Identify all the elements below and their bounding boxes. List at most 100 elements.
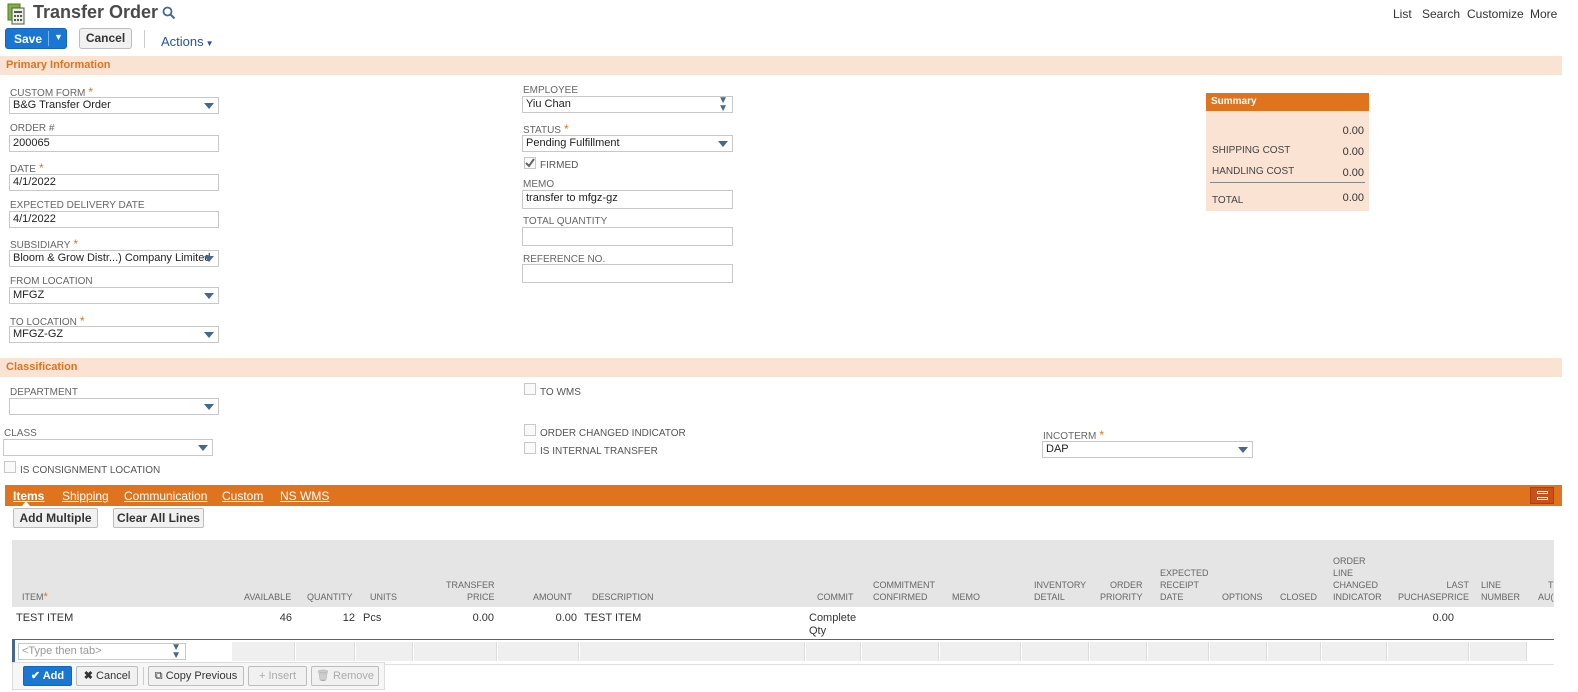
employee-label: EMPLOYEE	[523, 85, 579, 96]
col-available[interactable]: AVAILABLE	[244, 591, 291, 603]
col-commitment-confirmed[interactable]: COMMITMENT CONFIRMED	[873, 579, 935, 603]
tab-ns-wms[interactable]: NS WMS	[280, 489, 329, 503]
date-input[interactable]: 4/1/2022	[9, 174, 219, 191]
edit-cell-memo[interactable]	[940, 642, 1021, 661]
remove-line-button[interactable]: 🗑 Remove	[311, 666, 379, 686]
edit-cell-order-line-changed[interactable]	[1322, 642, 1387, 661]
col-closed[interactable]: CLOSED	[1280, 591, 1317, 603]
is-internal-checkbox[interactable]	[524, 442, 536, 454]
items-grid-header: ITEM* AVAILABLE QUANTITY UNITS TRANSFER P…	[12, 540, 1554, 607]
actions-caret-icon: ▼	[205, 39, 214, 48]
edit-cell-commit[interactable]	[806, 642, 861, 661]
firmed-checkbox[interactable]	[524, 157, 536, 169]
reference-no-input[interactable]	[522, 264, 733, 283]
add-multiple-button[interactable]: Add Multiple	[13, 508, 98, 528]
save-dropdown-icon[interactable]: ▼	[54, 32, 63, 42]
col-line-number[interactable]: LINE NUMBER	[1481, 579, 1520, 603]
order-number-input[interactable]: 200065	[9, 135, 219, 152]
expected-delivery-input[interactable]: 4/1/2022	[9, 211, 219, 228]
summary-shipping-label: SHIPPING COST	[1212, 145, 1291, 156]
from-location-select[interactable]: MFGZ	[9, 287, 219, 304]
edit-cell-closed[interactable]	[1268, 642, 1321, 661]
add-line-button[interactable]: ✔ Add	[23, 666, 72, 686]
tab-communication[interactable]: Communication	[124, 489, 207, 503]
col-order-line-changed-indicator[interactable]: ORDER LINE CHANGED INDICATOR	[1333, 555, 1382, 603]
cancel-line-button[interactable]: ✖ Cancel	[76, 666, 138, 686]
is-consignment-checkbox[interactable]	[4, 461, 16, 473]
edit-cell-inventory-detail[interactable]	[1022, 642, 1089, 661]
order-number-label: ORDER #	[10, 123, 55, 134]
item-entry-input[interactable]: <Type then tab> ▼ ▼	[18, 643, 186, 661]
total-quantity-label: TOTAL QUANTITY	[523, 216, 608, 227]
edit-cell-units[interactable]	[356, 642, 413, 661]
save-button[interactable]: Save ▼	[5, 28, 67, 49]
nav-search[interactable]: Search	[1422, 7, 1460, 21]
edit-cell-quantity[interactable]	[296, 642, 355, 661]
trash-icon: 🗑	[316, 670, 334, 682]
row-units: Pcs	[363, 612, 382, 624]
actions-menu[interactable]: Actions ▼	[161, 34, 214, 49]
tab-shipping[interactable]: Shipping	[62, 489, 109, 503]
edit-cell-commitment-confirmed[interactable]	[862, 642, 939, 661]
status-select[interactable]: Pending Fulfillment	[522, 135, 733, 152]
col-truncated[interactable]: T AU(	[1538, 579, 1554, 603]
to-location-select[interactable]: MFGZ-GZ	[9, 326, 219, 343]
summary-handling-value: 0.00	[1342, 167, 1364, 179]
summary-panel: Summary 0.00 SHIPPING COST 0.00 HANDLING…	[1206, 93, 1369, 211]
subsidiary-select[interactable]: Bloom & Grow Distr...) Company Limited	[9, 250, 219, 267]
edit-cell-description[interactable]	[580, 642, 805, 661]
edit-cell-options[interactable]	[1210, 642, 1267, 661]
col-order-priority[interactable]: ORDER PRIORITY	[1100, 579, 1143, 603]
edit-cell-available[interactable]	[232, 642, 295, 661]
table-row[interactable]: TEST ITEM 46 12 Pcs 0.00 0.00 TEST ITEM …	[12, 607, 1554, 639]
actions-label: Actions	[161, 34, 204, 49]
department-select[interactable]	[9, 398, 219, 415]
col-units[interactable]: UNITS	[370, 591, 397, 603]
total-quantity-input[interactable]	[522, 227, 733, 246]
edit-cell-last-price[interactable]	[1388, 642, 1469, 661]
col-description[interactable]: DESCRIPTION	[592, 591, 654, 603]
date-label: DATE *	[10, 161, 44, 175]
col-item[interactable]: ITEM*	[22, 591, 48, 603]
order-changed-checkbox[interactable]	[524, 424, 536, 436]
col-commit[interactable]: COMMIT	[817, 591, 854, 603]
col-expected-receipt-date[interactable]: EXPECTED RECEIPT DATE	[1160, 567, 1209, 603]
expand-collapse-icon[interactable]	[1530, 487, 1554, 504]
edit-cell-order-priority[interactable]	[1090, 642, 1147, 661]
clear-all-lines-button[interactable]: Clear All Lines	[113, 508, 204, 528]
row-description: TEST ITEM	[584, 612, 642, 624]
insert-line-button[interactable]: + Insert	[248, 666, 307, 686]
copy-previous-button[interactable]: ⧉ Copy Previous	[148, 666, 244, 686]
to-wms-checkbox[interactable]	[524, 383, 536, 395]
col-transfer-price[interactable]: TRANSFER PRICE	[446, 579, 495, 603]
classification-section-bar[interactable]	[0, 358, 1562, 377]
check-icon: ✔	[30, 670, 43, 682]
col-options[interactable]: OPTIONS	[1222, 591, 1263, 603]
class-select[interactable]	[3, 439, 213, 456]
primary-section-bar[interactable]	[0, 56, 1562, 75]
copy-icon: ⧉	[154, 670, 166, 682]
nav-more[interactable]: More	[1530, 7, 1557, 21]
primary-section-title: Primary Information	[6, 59, 111, 71]
search-icon[interactable]	[162, 6, 176, 20]
col-amount[interactable]: AMOUNT	[533, 591, 572, 603]
edit-cell-amount[interactable]	[498, 642, 579, 661]
tab-custom[interactable]: Custom	[222, 489, 263, 503]
nav-customize[interactable]: Customize	[1467, 7, 1524, 21]
col-memo[interactable]: MEMO	[952, 591, 980, 603]
edit-cell-line-number[interactable]	[1470, 642, 1527, 661]
custom-form-select[interactable]: B&G Transfer Order	[9, 97, 219, 114]
col-inventory-detail[interactable]: INVENTORY DETAIL	[1034, 579, 1086, 603]
employee-select[interactable]: Yiu Chan ▼ ▼	[522, 96, 733, 114]
cancel-button[interactable]: Cancel	[79, 28, 132, 49]
chevron-down-icon	[1238, 447, 1248, 453]
col-last-purchase-price[interactable]: LAST PUCHASEPRICE	[1398, 579, 1469, 603]
col-quantity[interactable]: QUANTITY	[307, 591, 353, 603]
edit-cell-transfer-price[interactable]	[414, 642, 497, 661]
summary-total-label: TOTAL	[1212, 195, 1244, 206]
transfer-order-page-icon	[7, 3, 25, 25]
memo-input[interactable]: transfer to mfgz-gz	[522, 190, 733, 209]
edit-cell-expected-receipt-date[interactable]	[1148, 642, 1209, 661]
incoterm-select[interactable]: DAP	[1042, 441, 1253, 458]
nav-list[interactable]: List	[1393, 7, 1412, 21]
